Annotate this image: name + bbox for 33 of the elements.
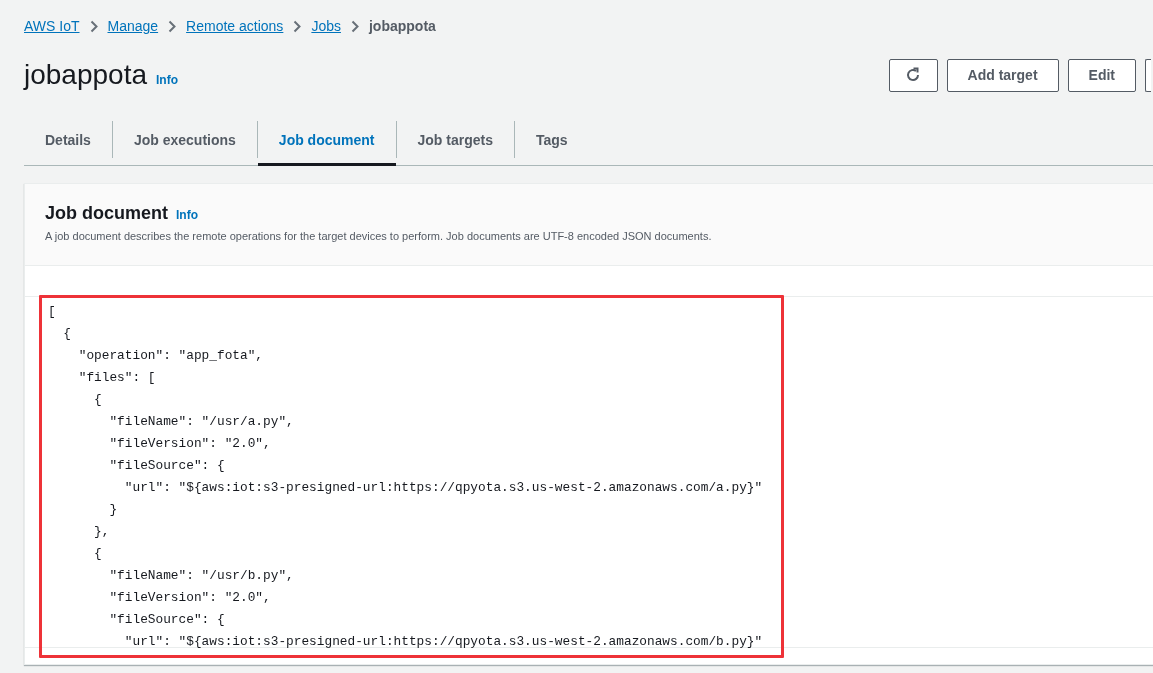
- tab[interactable]: Job executions: [112, 116, 257, 166]
- info-link[interactable]: Info: [156, 73, 178, 87]
- code-line: "fileName": "/usr/b.py",: [108, 567, 295, 585]
- page-title: jobappota: [24, 61, 147, 89]
- code-line: "fileName": "/usr/a.py",: [108, 413, 295, 431]
- info-link[interactable]: Info: [176, 208, 198, 222]
- code-line: },: [93, 523, 111, 541]
- tab[interactable]: Job document: [257, 116, 396, 166]
- code-line: "url": "${aws:iot:s3-presigned-url:https://qpyota.s3.us-west-2.amazonaws.com/b.py}": [123, 633, 764, 651]
- code-line: }: [108, 501, 119, 519]
- panel-description: A job document describes the remote operations for the target devices to perform. Job documents are UTF-8 encoded JSON documents.: [45, 230, 713, 242]
- code-line: {: [93, 545, 103, 563]
- tab[interactable]: Job targets: [396, 116, 514, 166]
- tab[interactable]: Details: [24, 116, 112, 166]
- code-line: "operation": "app_fota",: [77, 347, 265, 365]
- edit-button[interactable]: Edit: [1067, 58, 1136, 92]
- code-line: "fileSource": {: [108, 457, 226, 475]
- code-line: "fileVersion": "2.0",: [108, 435, 272, 453]
- code-line: "fileSource": {: [108, 611, 226, 629]
- code-line: {: [93, 391, 103, 409]
- breadcrumb-link[interactable]: Remote actions: [186, 18, 284, 34]
- breadcrumb-link[interactable]: Jobs: [311, 18, 341, 34]
- code-line: {: [62, 325, 73, 343]
- tab[interactable]: Tags: [515, 116, 589, 166]
- code-line: [: [48, 303, 57, 321]
- breadcrumb-link[interactable]: AWS IoT: [24, 18, 80, 34]
- add-target-button[interactable]: Add target: [946, 58, 1059, 92]
- panel-title: Job document: [45, 203, 168, 224]
- breadcrumb-link[interactable]: Manage: [107, 18, 159, 34]
- code-line: "files": [: [77, 369, 157, 387]
- code-line: "fileVersion": "2.0",: [108, 589, 272, 607]
- code-line: "url": "${aws:iot:s3-presigned-url:https://qpyota.s3.us-west-2.amazonaws.com/a.py}": [123, 479, 764, 497]
- breadcrumb-current: jobappota: [368, 18, 436, 34]
